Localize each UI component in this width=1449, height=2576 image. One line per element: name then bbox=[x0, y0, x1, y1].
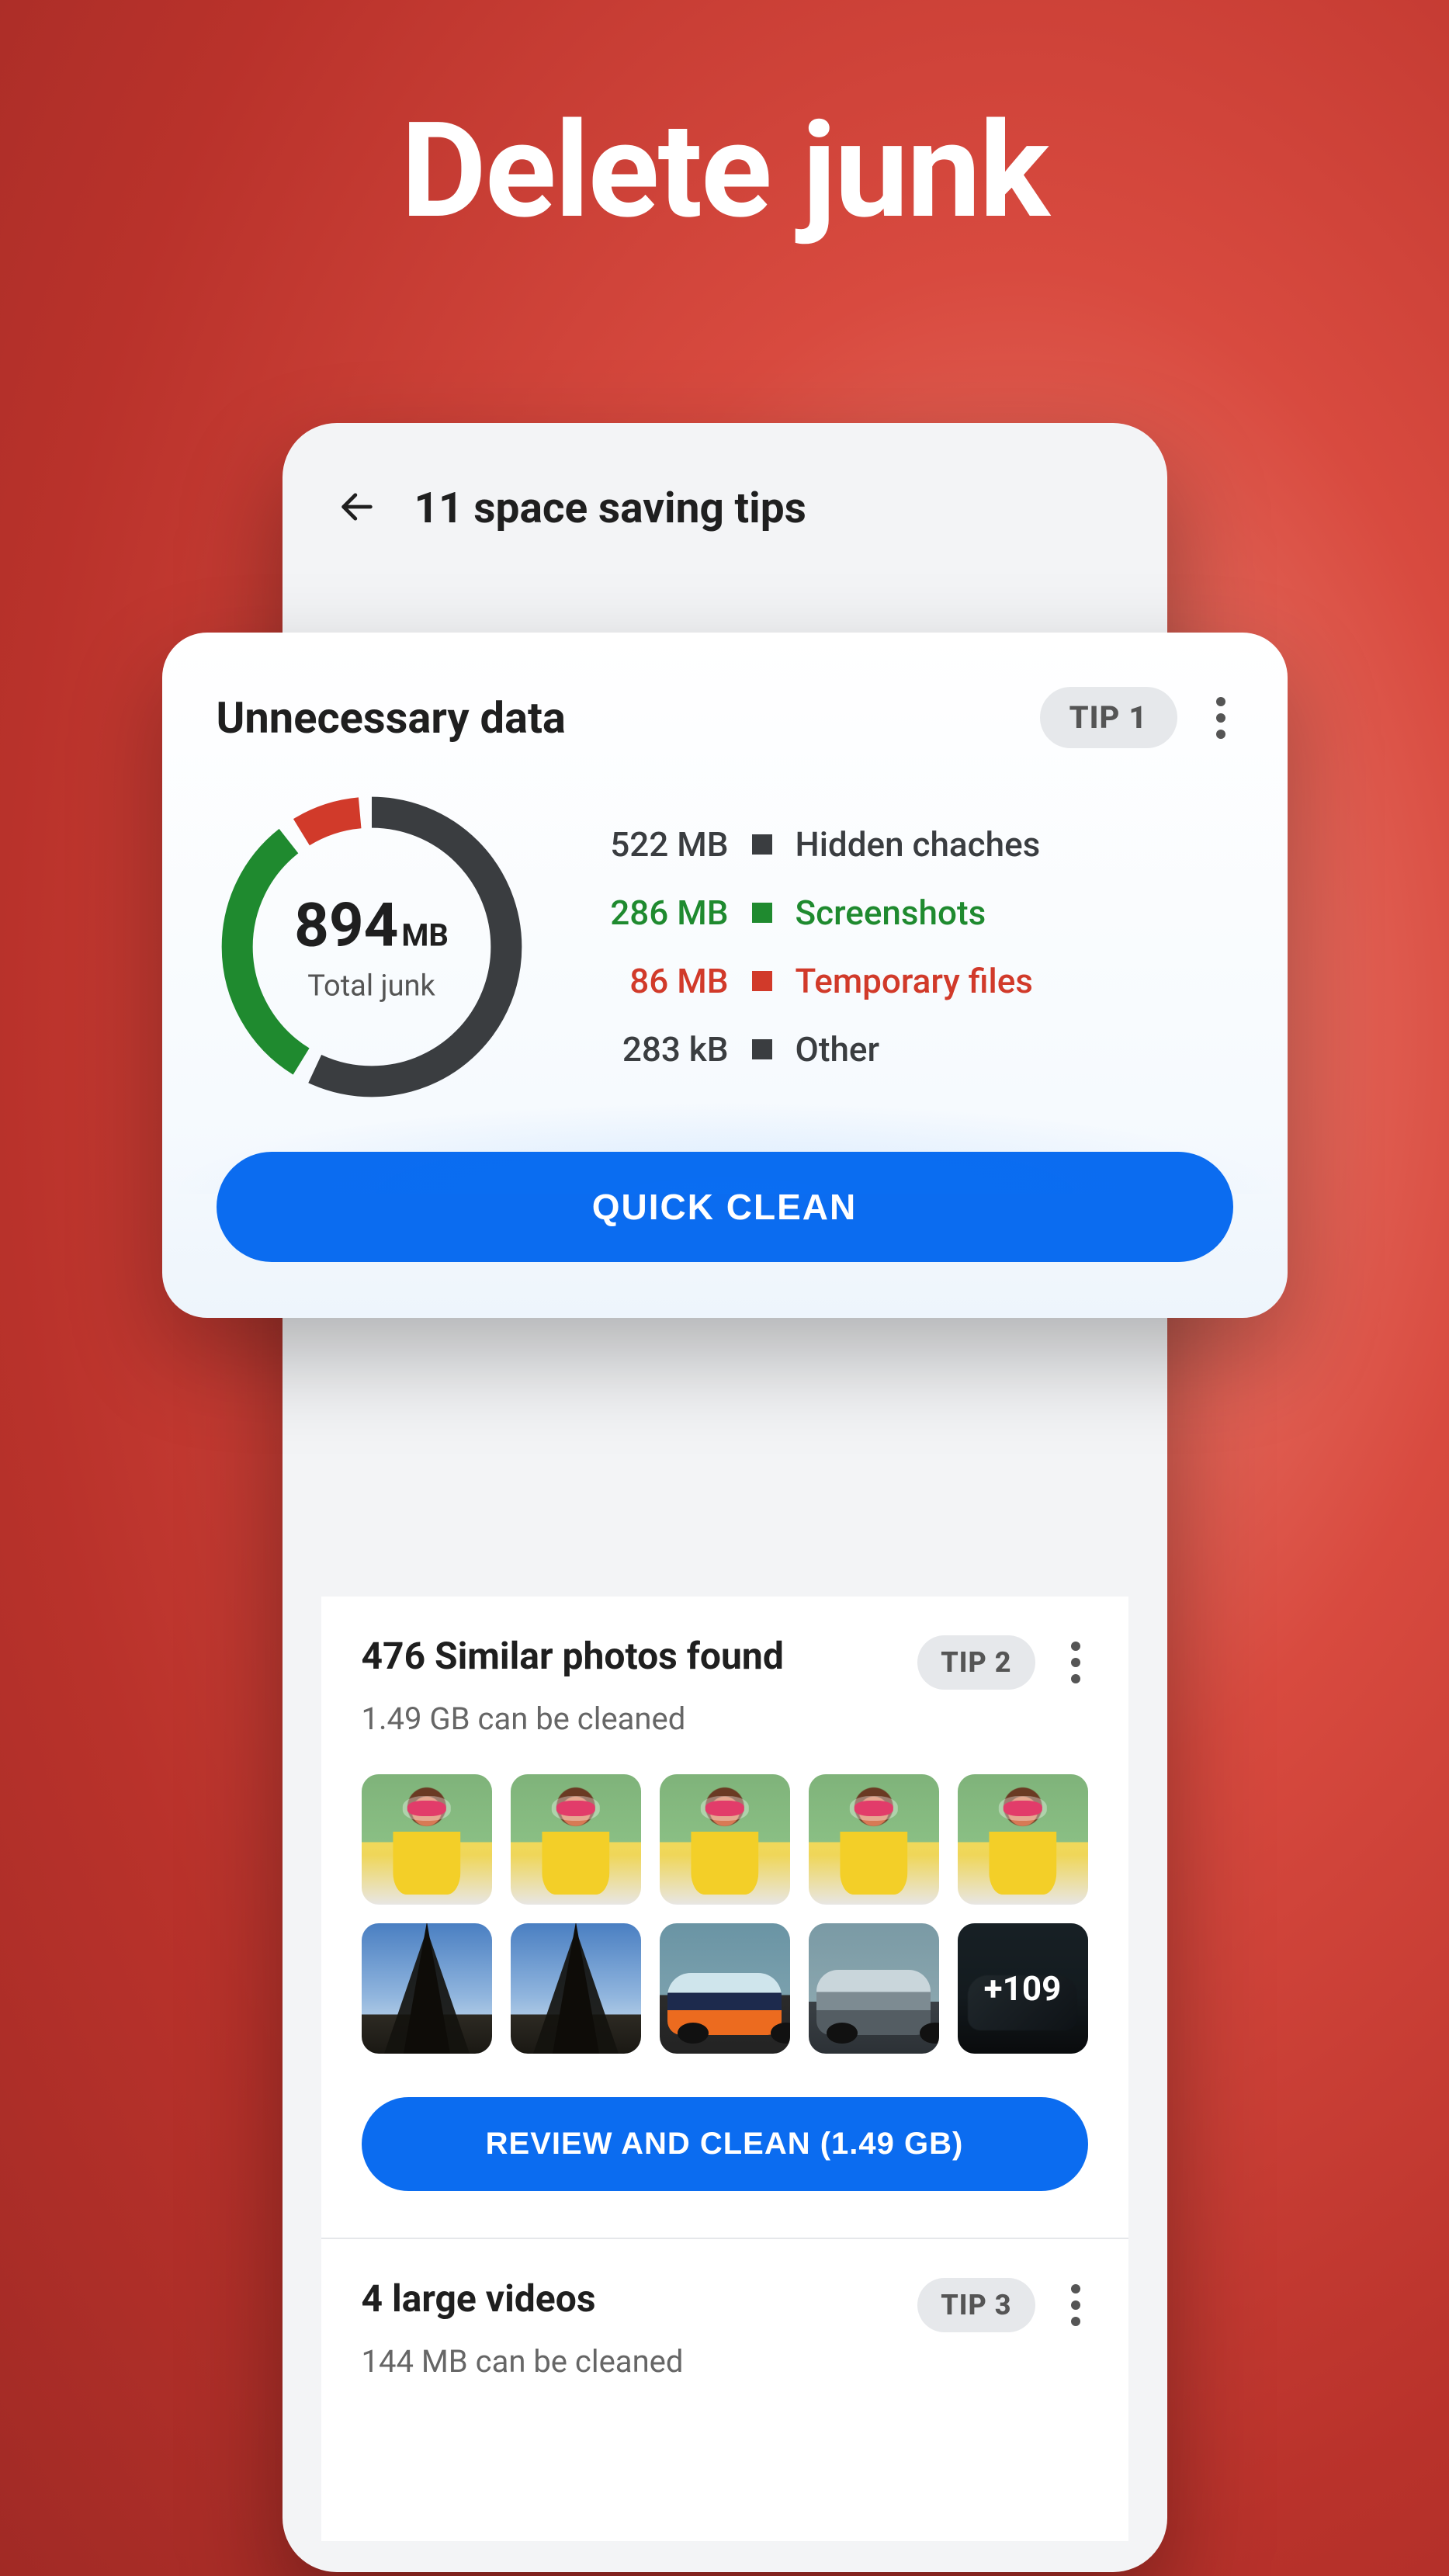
photo-thumbnail[interactable] bbox=[660, 1774, 790, 1905]
back-icon[interactable] bbox=[337, 487, 377, 530]
photo-thumbnail-grid: +109 bbox=[362, 1774, 1088, 2054]
photo-thumbnail[interactable] bbox=[958, 1774, 1088, 1905]
tip3-subtitle: 144 MB can be cleaned bbox=[362, 2343, 1088, 2380]
hero-title: Delete junk bbox=[0, 93, 1449, 248]
photo-thumbnail[interactable] bbox=[660, 1923, 790, 2054]
tip2-badge: TIP 2 bbox=[917, 1635, 1035, 1690]
legend-size: 286 MB bbox=[581, 893, 729, 933]
legend-size: 522 MB bbox=[581, 824, 729, 865]
quick-clean-button[interactable]: QUICK CLEAN bbox=[217, 1152, 1233, 1262]
legend-row: 283 kB Other bbox=[581, 1029, 1233, 1070]
kebab-menu-icon[interactable] bbox=[1208, 689, 1233, 747]
donut-chart: 894MB Total junk bbox=[217, 792, 527, 1102]
photo-thumbnail[interactable] bbox=[809, 1774, 939, 1905]
legend-label: Other bbox=[796, 1029, 880, 1070]
legend-label: Screenshots bbox=[796, 893, 986, 933]
legend-swatch-icon bbox=[752, 1039, 772, 1059]
legend-size: 283 kB bbox=[581, 1029, 729, 1070]
tip2-title: 476 Similar photos found bbox=[362, 1634, 784, 1678]
legend-size: 86 MB bbox=[581, 961, 729, 1001]
more-count-overlay: +109 bbox=[958, 1923, 1088, 2054]
tip2-subtitle: 1.49 GB can be cleaned bbox=[362, 1701, 1088, 1737]
tip-card-similar-photos: 476 Similar photos found TIP 2 1.49 GB c… bbox=[321, 1597, 1128, 2238]
photo-thumbnail-more[interactable]: +109 bbox=[958, 1923, 1088, 2054]
tip1-badge: TIP 1 bbox=[1040, 687, 1177, 748]
tip3-title: 4 large videos bbox=[362, 2276, 596, 2321]
kebab-menu-icon[interactable] bbox=[1063, 2276, 1088, 2334]
review-and-clean-button[interactable]: REVIEW AND CLEAN (1.49 GB) bbox=[362, 2097, 1088, 2191]
tip-card-large-videos: 4 large videos TIP 3 144 MB can be clean… bbox=[321, 2238, 1128, 2541]
donut-total-unit: MB bbox=[401, 917, 449, 954]
photo-thumbnail[interactable] bbox=[362, 1923, 492, 2054]
legend: 522 MB Hidden chaches 286 MB Screenshots… bbox=[581, 824, 1233, 1070]
tip3-badge: TIP 3 bbox=[917, 2278, 1035, 2332]
legend-row: 286 MB Screenshots bbox=[581, 893, 1233, 933]
kebab-menu-icon[interactable] bbox=[1063, 1634, 1088, 1691]
legend-row: 522 MB Hidden chaches bbox=[581, 824, 1233, 865]
photo-thumbnail[interactable] bbox=[511, 1774, 641, 1905]
photo-thumbnail[interactable] bbox=[362, 1774, 492, 1905]
tip-card-unnecessary-data: Unnecessary data TIP 1 894MB Total junk bbox=[162, 633, 1288, 1318]
photo-thumbnail[interactable] bbox=[809, 1923, 939, 2054]
legend-row: 86 MB Temporary files bbox=[581, 961, 1233, 1001]
photo-thumbnail[interactable] bbox=[511, 1923, 641, 2054]
legend-label: Temporary files bbox=[796, 961, 1033, 1001]
legend-swatch-icon bbox=[752, 834, 772, 855]
tip1-title: Unnecessary data bbox=[217, 692, 566, 744]
legend-swatch-icon bbox=[752, 971, 772, 991]
donut-total-value: 894 bbox=[294, 891, 398, 962]
page-title: 11 space saving tips bbox=[414, 484, 806, 533]
legend-swatch-icon bbox=[752, 903, 772, 923]
app-header: 11 space saving tips bbox=[283, 423, 1167, 564]
donut-total-label: Total junk bbox=[294, 969, 449, 1004]
legend-label: Hidden chaches bbox=[796, 824, 1041, 865]
